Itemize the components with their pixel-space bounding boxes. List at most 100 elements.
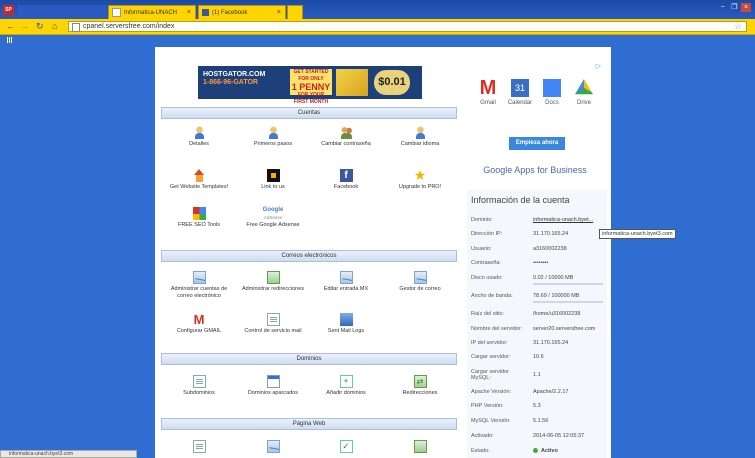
docs-icon <box>543 79 561 97</box>
facebook-icon: f <box>339 169 353 182</box>
item-anadir-dominios[interactable]: + Añadir dominios <box>310 375 382 397</box>
banner-promo: GET STARTED FOR ONLY 1 PENNY FOR YOUR FI… <box>290 69 332 105</box>
item-primeros-pasos[interactable]: Primeros pasos <box>237 126 309 148</box>
disk-usage-bar <box>533 283 603 285</box>
item-administrar-redirecciones[interactable]: Administrar redirecciones <box>237 271 309 293</box>
add-domain-icon: + <box>339 375 353 388</box>
close-icon[interactable]: × <box>187 6 191 19</box>
section-dominios[interactable]: Dominios <box>161 353 457 365</box>
banner-price: $0.01 <box>374 70 410 95</box>
drive-icon <box>575 79 593 95</box>
forward-icon[interactable]: → <box>20 21 29 32</box>
item-detalles[interactable]: Detalles <box>163 126 235 148</box>
web-icon-1 <box>192 440 206 453</box>
house-icon <box>192 169 206 182</box>
bookmark-star-icon[interactable]: ☆ <box>734 22 742 31</box>
ad-app-gmail: M Gmail <box>479 77 497 106</box>
item-link-to-us[interactable]: Link to us <box>237 169 309 191</box>
mail-control-icon <box>266 313 280 326</box>
close-window-button[interactable]: × <box>741 3 751 12</box>
cpanel-page: HOSTGATOR.COM 1-866-96-GATOR GET STARTED … <box>155 47 611 458</box>
item-web-4[interactable] <box>384 440 456 455</box>
people-icon <box>339 126 353 139</box>
domain-link[interactable]: informatica-unach.byet... <box>533 217 593 223</box>
web-icon-2 <box>266 440 280 453</box>
seo-icon <box>192 207 206 220</box>
star-icon: ★ <box>413 167 427 183</box>
reload-icon[interactable]: ↻ <box>36 21 44 32</box>
section-correos[interactable]: Correos electrónicos <box>161 250 457 262</box>
item-free-seo-tools[interactable]: FREE SEO Tools <box>163 207 235 229</box>
item-get-website-templates[interactable]: Get Website Templates! <box>163 169 235 191</box>
minimize-button[interactable]: − <box>718 3 728 12</box>
window-logo: SP <box>3 5 14 15</box>
google-apps-ad[interactable]: ▷ M Gmail 31 Calendar Docs Drive Empieza a… <box>467 59 603 188</box>
item-configurar-gmail[interactable]: M Configurar GMAIL <box>163 313 235 335</box>
person-icon <box>192 126 206 139</box>
tab-label: Informatica-UNACH <box>124 10 178 16</box>
item-cambiar-idioma[interactable]: Cambiar idioma <box>384 126 456 148</box>
home-icon[interactable]: ⌂ <box>52 21 57 32</box>
mx-icon <box>339 271 353 284</box>
mail-manager-icon <box>413 271 427 284</box>
ad-choices-icon[interactable]: ▷ <box>596 62 601 70</box>
item-sent-mail-logs[interactable]: Sent Mail Logs <box>310 313 382 335</box>
item-facebook[interactable]: f Facebook <box>310 169 382 191</box>
item-redirecciones[interactable]: ⇄ Redirecciones <box>384 375 456 397</box>
account-info-panel: Información de la cuenta Dominio: informa… <box>467 190 607 458</box>
section-pagina-web[interactable]: Página Web <box>161 418 457 430</box>
status-active-icon <box>533 448 538 454</box>
hostgator-banner[interactable]: HOSTGATOR.COM 1-866-96-GATOR GET STARTED … <box>198 66 422 105</box>
item-gestor-de-correo[interactable]: Gestor de correo <box>384 271 456 293</box>
item-control-servicio-mail[interactable]: Control de servicio mail <box>237 313 309 335</box>
item-dominios-aparcados[interactable]: Dominios aparcados <box>237 375 309 397</box>
mail-logs-icon <box>339 313 353 326</box>
item-cambiar-contrasena[interactable]: Cambiar contraseña <box>310 126 382 148</box>
close-icon[interactable]: × <box>277 6 281 19</box>
tab-facebook[interactable]: (1) Facebook × <box>198 5 286 19</box>
calendar-icon: 31 <box>511 79 529 97</box>
gator-mascot-icon <box>336 69 368 96</box>
ad-app-calendar: 31 Calendar <box>505 79 535 106</box>
adsense-sub: AdSense <box>263 215 283 220</box>
parked-domain-icon <box>266 375 280 388</box>
google-icon: Google <box>262 207 284 213</box>
empieza-ahora-button[interactable]: Empieza ahora <box>509 137 565 150</box>
item-web-3[interactable]: ✓ <box>310 440 382 455</box>
status-bar: informatica-unach.byet3.com <box>0 450 137 458</box>
bandwidth-usage-bar <box>533 301 603 303</box>
page-icon <box>112 7 121 17</box>
maximize-button[interactable]: ❐ <box>729 3 739 12</box>
ad-app-drive: Drive <box>569 79 599 106</box>
subdomain-icon <box>192 375 206 388</box>
person-icon <box>413 126 427 139</box>
link-icon <box>266 169 280 182</box>
item-web-2[interactable] <box>237 440 309 455</box>
new-tab-button[interactable] <box>287 5 303 19</box>
window-controls: − ❐ × <box>718 3 751 12</box>
item-free-google-adsense[interactable]: Google AdSense Free Google Adsense <box>237 207 309 229</box>
sidebar: ▷ M Gmail 31 Calendar Docs Drive Empieza a… <box>461 47 611 458</box>
tab-informatica-unach[interactable]: Informatica-UNACH × <box>108 5 196 19</box>
apps-icon[interactable] <box>7 37 13 43</box>
item-editar-entrada-mx[interactable]: Editar entrada MX <box>310 271 382 293</box>
url-text: cpanel.serversfree.com/index <box>83 23 175 30</box>
back-icon[interactable]: ← <box>6 21 15 32</box>
person-icon <box>266 126 280 139</box>
bookmarks-bar <box>0 35 755 47</box>
item-administrar-cuentas-correo[interactable]: Administrar cuentas de correo electrónic… <box>163 271 235 300</box>
item-web-1[interactable] <box>163 440 235 455</box>
tab-blank[interactable] <box>18 5 106 19</box>
banner-brand: HOSTGATOR.COM 1-866-96-GATOR <box>203 71 266 86</box>
item-upgrade-pro[interactable]: ★ Upgrade to PRO! <box>384 167 456 191</box>
mail-forward-icon <box>266 271 280 284</box>
address-bar[interactable]: cpanel.serversfree.com/index ☆ <box>68 21 747 32</box>
browser-toolbar: ← → ↻ ⌂ cpanel.serversfree.com/index ☆ <box>0 19 755 35</box>
section-cuentas[interactable]: Cuentas <box>161 107 457 119</box>
domain-tooltip: informatica-unach.byet3.com <box>599 229 676 239</box>
gmail-icon: M <box>479 77 497 99</box>
main-panel: HOSTGATOR.COM 1-866-96-GATOR GET STARTED … <box>155 47 461 458</box>
page-icon <box>72 23 80 32</box>
web-icon-4 <box>413 440 427 453</box>
item-subdominios[interactable]: Subdominios <box>163 375 235 397</box>
